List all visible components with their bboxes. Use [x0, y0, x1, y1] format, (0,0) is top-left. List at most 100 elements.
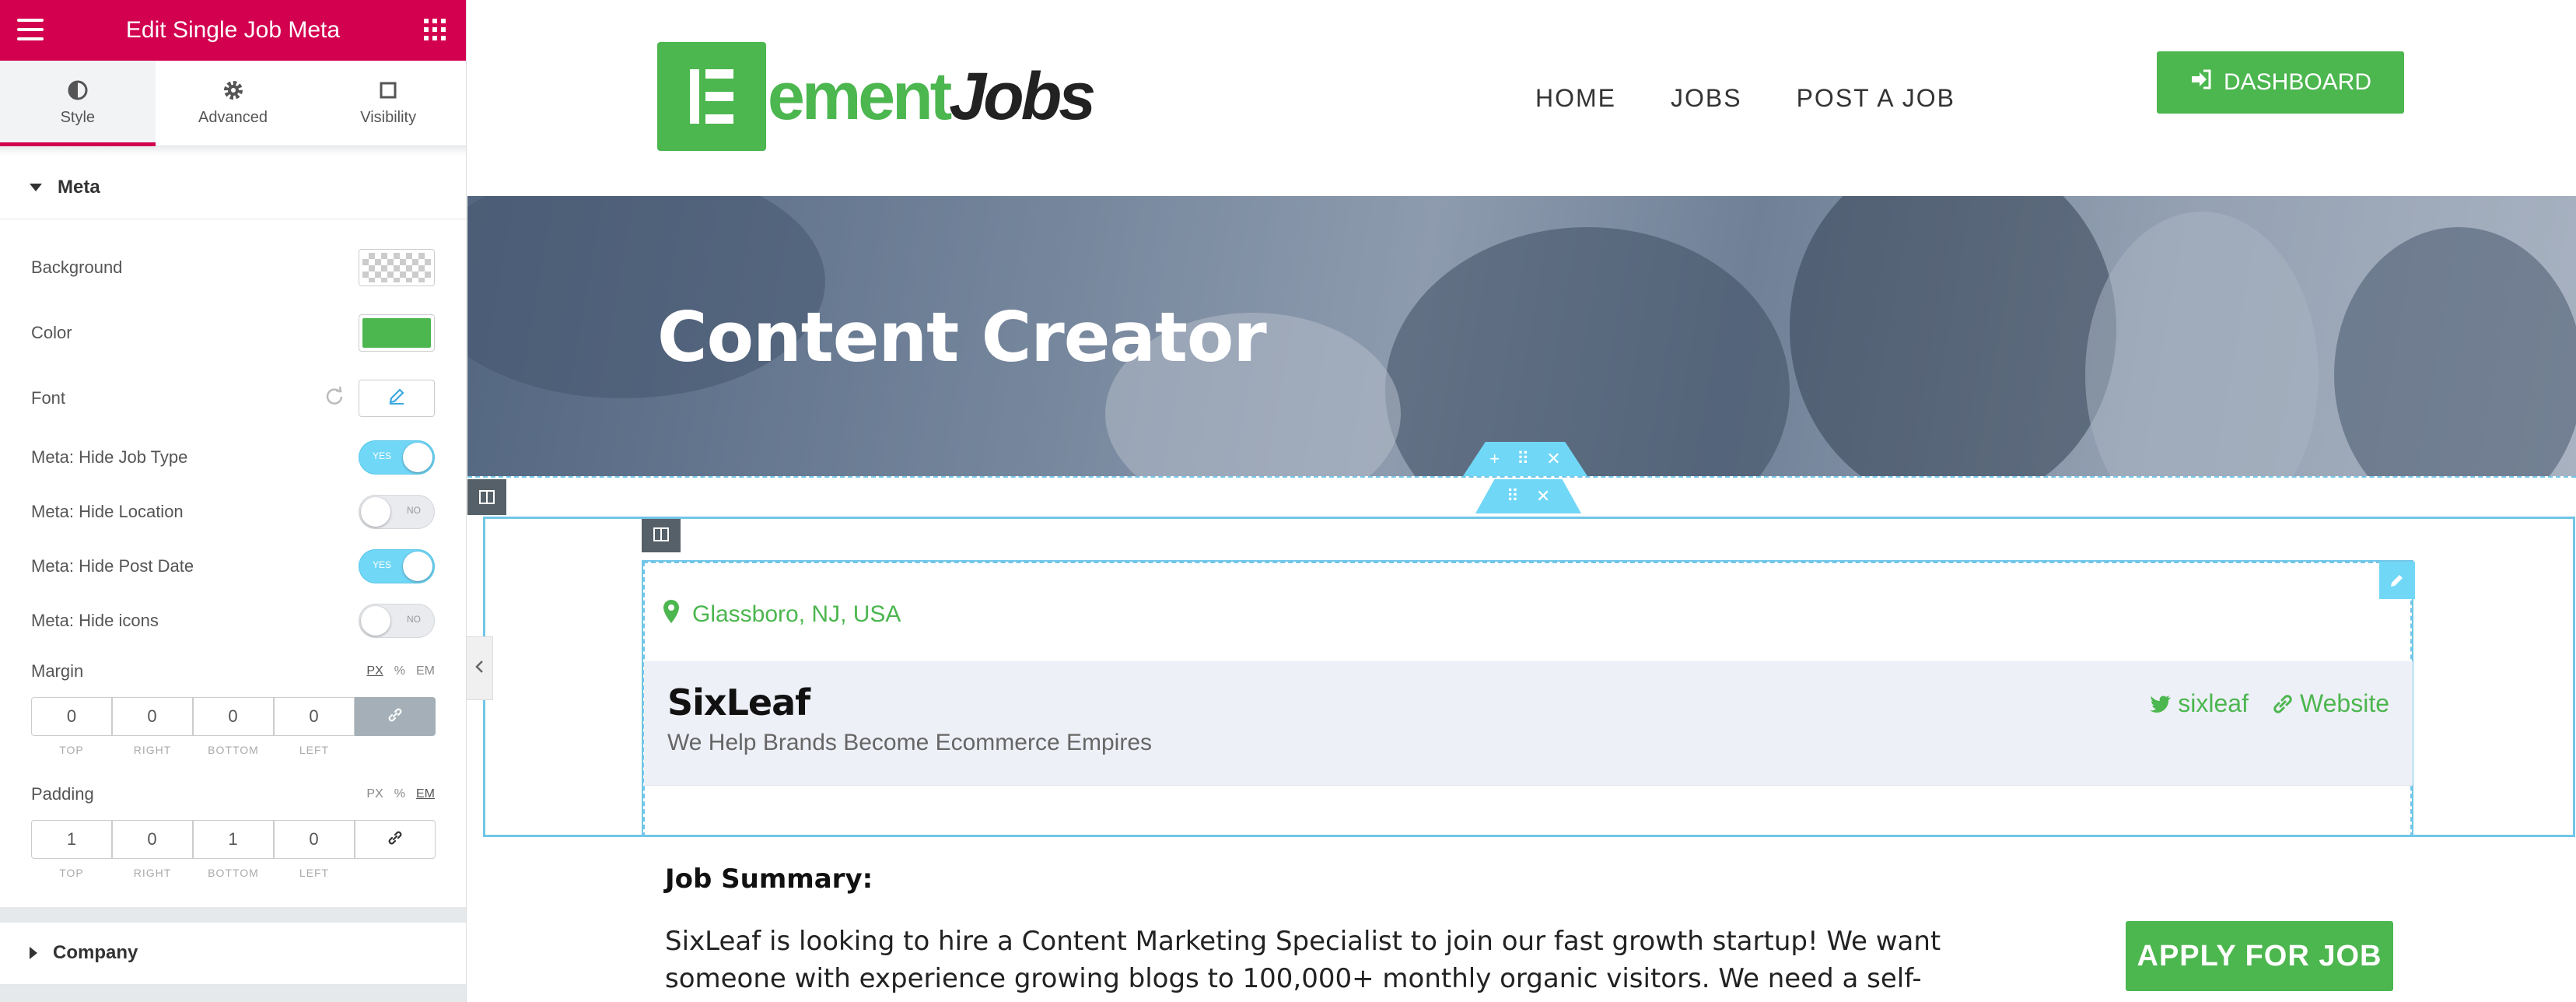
- toggle-hide-icons-row: Meta: Hide icons NO: [31, 604, 435, 638]
- collapse-panel-button[interactable]: [467, 636, 493, 700]
- site-header: ement Jobs HOME JOBS POST A JOB DASHBOAR…: [467, 0, 2576, 196]
- twitter-link[interactable]: sixleaf: [2150, 689, 2249, 718]
- toggle-state: YES: [373, 450, 392, 461]
- margin-left-input[interactable]: 0: [273, 697, 355, 736]
- toggle-label: Meta: Hide Post Date: [31, 556, 194, 576]
- padding-link-button[interactable]: [354, 820, 436, 859]
- unit-px[interactable]: PX: [366, 664, 383, 678]
- hide-location-toggle[interactable]: NO: [359, 495, 435, 529]
- inner-section-handle[interactable]: ⠿ ✕: [1475, 479, 1581, 513]
- toggle-state: YES: [373, 559, 392, 570]
- padding-bottom-input[interactable]: 1: [192, 820, 274, 859]
- side-label: RIGHT: [133, 867, 172, 879]
- side-label: LEFT: [299, 867, 330, 879]
- tab-style-label: Style: [60, 109, 96, 126]
- padding-right-input[interactable]: 0: [111, 820, 193, 859]
- pencil-icon: [387, 387, 406, 410]
- font-edit-button[interactable]: [359, 380, 435, 417]
- add-icon[interactable]: +: [1489, 449, 1500, 469]
- tab-advanced-label: Advanced: [198, 109, 268, 126]
- background-control: Background: [31, 249, 435, 286]
- toggle-hide-location-row: Meta: Hide Location NO: [31, 495, 435, 529]
- unit-percent[interactable]: %: [394, 787, 405, 801]
- toggle-hide-post-date-row: Meta: Hide Post Date YES: [31, 549, 435, 583]
- dashboard-button[interactable]: DASHBOARD: [2157, 51, 2404, 114]
- toggle-state: NO: [407, 614, 421, 625]
- close-icon[interactable]: ✕: [1536, 486, 1550, 506]
- transparent-pattern: [362, 253, 431, 282]
- color-control: Color: [31, 314, 435, 352]
- section-columns-icon[interactable]: [467, 479, 506, 515]
- background-swatch[interactable]: [359, 249, 435, 286]
- padding-left-input[interactable]: 0: [273, 820, 355, 859]
- color-label: Color: [31, 323, 72, 342]
- widgets-grid-icon[interactable]: [424, 19, 446, 40]
- main-nav: HOME JOBS POST A JOB: [1535, 84, 1955, 113]
- side-label: TOP: [59, 744, 84, 756]
- unit-em[interactable]: EM: [416, 787, 435, 801]
- color-swatch[interactable]: [359, 314, 435, 352]
- side-label: RIGHT: [133, 744, 172, 756]
- square-icon: [377, 79, 399, 101]
- website-link[interactable]: Website: [2272, 689, 2389, 718]
- side-label: BOTTOM: [208, 744, 259, 756]
- summary-text: SixLeaf is looking to hire a Content Mar…: [665, 926, 1941, 1002]
- company-links: sixleaf Website: [2150, 689, 2389, 718]
- link-icon: [2272, 693, 2294, 715]
- hamburger-menu-icon[interactable]: [17, 19, 44, 40]
- hero-banner: Content Creator: [467, 196, 2576, 476]
- margin-link-button[interactable]: [354, 697, 436, 736]
- toggle-label: Meta: Hide Location: [31, 502, 184, 521]
- edit-widget-button[interactable]: [2379, 562, 2415, 599]
- apply-for-job-button[interactable]: APPLY FOR JOB: [2126, 921, 2393, 991]
- side-label: BOTTOM: [208, 867, 259, 879]
- toggle-knob: [403, 552, 432, 581]
- margin-top-input[interactable]: 0: [31, 697, 112, 736]
- padding-header: Padding PX % EM: [31, 784, 435, 804]
- section-meta-header[interactable]: Meta: [0, 156, 466, 219]
- reset-icon[interactable]: [324, 386, 345, 411]
- margin-right-input[interactable]: 0: [111, 697, 193, 736]
- link-icon: [387, 706, 404, 727]
- hide-job-type-toggle[interactable]: YES: [359, 440, 435, 475]
- chevron-left-icon: [474, 659, 485, 678]
- tab-visibility[interactable]: Visibility: [310, 61, 466, 145]
- toggle-state: NO: [407, 505, 421, 516]
- site-logo[interactable]: ement Jobs: [657, 42, 1096, 151]
- close-icon[interactable]: ✕: [1546, 449, 1560, 469]
- twitter-icon: [2150, 695, 2172, 713]
- hide-icons-toggle[interactable]: NO: [359, 604, 435, 638]
- tab-style[interactable]: Style: [0, 61, 156, 146]
- side-label: LEFT: [299, 744, 330, 756]
- color-fill: [362, 318, 431, 348]
- toggle-label: Meta: Hide icons: [31, 611, 159, 630]
- nav-post-a-job[interactable]: POST A JOB: [1797, 84, 1955, 113]
- unit-px[interactable]: PX: [366, 787, 383, 801]
- unit-em[interactable]: EM: [416, 664, 435, 678]
- font-control: Font: [31, 380, 435, 417]
- toggle-knob: [403, 443, 432, 472]
- summary-heading: Job Summary:: [665, 864, 873, 895]
- logo-text-ement: ement: [768, 58, 952, 134]
- drag-icon[interactable]: ⠿: [1517, 449, 1529, 469]
- logo-mark-icon: [657, 42, 766, 151]
- editor-panel: Edit Single Job Meta Style Advanced Visi…: [0, 0, 467, 1002]
- panel-header: Edit Single Job Meta: [0, 0, 466, 61]
- padding-label: Padding: [31, 784, 94, 804]
- toggle-knob: [361, 606, 390, 636]
- nav-jobs[interactable]: JOBS: [1671, 84, 1742, 113]
- half-circle-icon: [67, 79, 89, 101]
- caret-down-icon: [30, 183, 42, 191]
- padding-top-input[interactable]: 1: [31, 820, 112, 859]
- sign-in-icon: [2189, 68, 2213, 97]
- hide-post-date-toggle[interactable]: YES: [359, 549, 435, 583]
- section-divider: [0, 907, 466, 923]
- tab-advanced[interactable]: Advanced: [156, 61, 311, 145]
- drag-icon[interactable]: ⠿: [1507, 486, 1519, 506]
- section-company-header[interactable]: Company: [0, 921, 466, 985]
- nav-home[interactable]: HOME: [1535, 84, 1616, 113]
- margin-bottom-input[interactable]: 0: [192, 697, 274, 736]
- unit-percent[interactable]: %: [394, 664, 405, 678]
- company-tagline: We Help Brands Become Ecommerce Empires: [667, 730, 1152, 755]
- location-text: Glassboro, NJ, USA: [692, 601, 901, 627]
